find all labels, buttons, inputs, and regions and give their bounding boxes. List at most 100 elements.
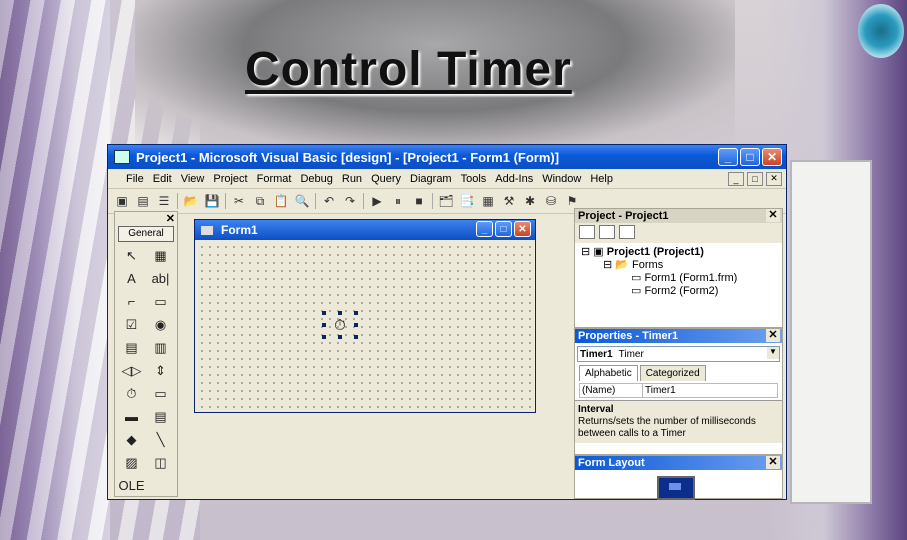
- run-icon[interactable]: ▶: [369, 193, 385, 209]
- minimize-button[interactable]: _: [718, 148, 738, 166]
- data-tool-icon[interactable]: ◫: [146, 451, 175, 474]
- properties-panel: Properties - Timer1 ✕ Timer1 Timer ▼ Alp…: [574, 328, 783, 455]
- form-position-preview[interactable]: [669, 483, 681, 490]
- redo-icon[interactable]: ↷: [342, 193, 358, 209]
- tree-item-form2[interactable]: ▭ Form2 (Form2): [581, 285, 776, 298]
- menu-editor-icon[interactable]: ☰: [156, 193, 172, 209]
- tab-categorized[interactable]: Categorized: [639, 365, 706, 381]
- timer1-control[interactable]: ⏱: [322, 311, 358, 339]
- project-explorer-icon[interactable]: 🗂: [438, 193, 454, 209]
- menu-view[interactable]: View: [181, 173, 205, 185]
- properties-icon[interactable]: 📑: [459, 193, 475, 209]
- selection-handle[interactable]: [338, 335, 342, 339]
- maximize-button[interactable]: □: [740, 148, 760, 166]
- object-combo[interactable]: Timer1 Timer ▼: [577, 346, 780, 362]
- menu-window[interactable]: Window: [542, 173, 581, 185]
- mdi-minimize-button[interactable]: _: [728, 171, 744, 186]
- selection-handle[interactable]: [322, 323, 326, 327]
- selection-handle[interactable]: [354, 311, 358, 315]
- commandbutton-tool-icon[interactable]: ▭: [146, 290, 175, 313]
- drivelistbox-tool-icon[interactable]: ▭: [146, 382, 175, 405]
- component-manager-icon[interactable]: ⚑: [564, 193, 580, 209]
- line-tool-icon[interactable]: ╲: [146, 428, 175, 451]
- menu-run[interactable]: Run: [342, 173, 362, 185]
- selection-handle[interactable]: [338, 311, 342, 315]
- menu-add-ins[interactable]: Add-Ins: [495, 173, 533, 185]
- monitor-preview[interactable]: [657, 476, 695, 500]
- chevron-down-icon[interactable]: ▼: [767, 347, 779, 359]
- object-browser-icon[interactable]: ⚒: [501, 193, 517, 209]
- timer-tool-icon[interactable]: ⏱: [117, 382, 146, 405]
- toolbox-general-tab[interactable]: General: [118, 226, 174, 242]
- find-icon[interactable]: 🔍: [294, 193, 310, 209]
- toolbox-icon[interactable]: ✱: [522, 193, 538, 209]
- mdi-restore-button[interactable]: □: [747, 171, 763, 186]
- menu-help[interactable]: Help: [590, 173, 613, 185]
- selection-handle[interactable]: [354, 335, 358, 339]
- mdi-close-button[interactable]: ✕: [766, 171, 782, 186]
- dirlistbox-tool-icon[interactable]: ▬: [117, 405, 146, 428]
- background-panel: [790, 160, 872, 504]
- copy-icon[interactable]: ⧉: [252, 193, 268, 209]
- project-explorer-close-button[interactable]: ✕: [766, 209, 780, 222]
- form1-design-grid[interactable]: ⏱: [198, 243, 532, 409]
- tree-item-forms[interactable]: ⊟ 📂 Forms: [581, 259, 776, 272]
- form1-close-button[interactable]: ✕: [514, 221, 531, 237]
- menu-format[interactable]: Format: [257, 173, 292, 185]
- selection-handle[interactable]: [322, 311, 326, 315]
- toolbar-separator: [315, 193, 316, 209]
- selection-handle[interactable]: [354, 323, 358, 327]
- selection-handle[interactable]: [322, 335, 326, 339]
- form1-title-bar[interactable]: Form1 _ □ ✕: [195, 220, 535, 240]
- ole-tool-icon[interactable]: OLE: [117, 474, 146, 497]
- cut-icon[interactable]: ✂: [231, 193, 247, 209]
- toolbox-close-button[interactable]: ✕: [166, 212, 175, 225]
- pointer-tool-icon[interactable]: ↖: [117, 244, 146, 267]
- menu-tools[interactable]: Tools: [461, 173, 487, 185]
- menu-debug[interactable]: Debug: [300, 173, 332, 185]
- toggle-folders-icon[interactable]: [619, 225, 635, 239]
- picturebox-tool-icon[interactable]: ▦: [146, 244, 175, 267]
- listbox-tool-icon[interactable]: ▥: [146, 336, 175, 359]
- tree-item-form1[interactable]: ▭ Form1 (Form1.frm): [581, 272, 776, 285]
- open-icon[interactable]: 📂: [183, 193, 199, 209]
- textbox-tool-icon[interactable]: ab|: [146, 267, 175, 290]
- form-layout-close-button[interactable]: ✕: [766, 456, 780, 469]
- shape-tool-icon[interactable]: ◆: [117, 428, 146, 451]
- add-form-icon[interactable]: ▤: [135, 193, 151, 209]
- add-project-icon[interactable]: ▣: [114, 193, 130, 209]
- form1-designer[interactable]: Form1 _ □ ✕ ⏱: [194, 219, 536, 413]
- optionbutton-tool-icon[interactable]: ◉: [146, 313, 175, 336]
- data-view-icon[interactable]: ⛁: [543, 193, 559, 209]
- filelistbox-tool-icon[interactable]: ▤: [146, 405, 175, 428]
- menu-project[interactable]: Project: [213, 173, 247, 185]
- menu-diagram[interactable]: Diagram: [410, 173, 452, 185]
- checkbox-tool-icon[interactable]: ☑: [117, 313, 146, 336]
- paste-icon[interactable]: 📋: [273, 193, 289, 209]
- save-icon[interactable]: 💾: [204, 193, 220, 209]
- tab-alphabetic[interactable]: Alphabetic: [579, 365, 638, 381]
- form1-minimize-button[interactable]: _: [476, 221, 493, 237]
- form1-maximize-button[interactable]: □: [495, 221, 512, 237]
- properties-close-button[interactable]: ✕: [766, 329, 780, 342]
- stop-icon[interactable]: ■: [411, 193, 427, 209]
- property-value[interactable]: Timer1: [643, 384, 678, 397]
- close-button[interactable]: ✕: [762, 148, 782, 166]
- form-layout-icon[interactable]: ▦: [480, 193, 496, 209]
- menu-file[interactable]: File: [126, 173, 144, 185]
- frame-tool-icon[interactable]: ⌐: [117, 290, 146, 313]
- property-row[interactable]: (Name) Timer1: [579, 383, 778, 398]
- pause-icon[interactable]: ⏸: [390, 193, 406, 209]
- hscrollbar-tool-icon[interactable]: ◁▷: [117, 359, 146, 382]
- menu-edit[interactable]: Edit: [153, 173, 172, 185]
- label-tool-icon[interactable]: A: [117, 267, 146, 290]
- view-code-icon[interactable]: [579, 225, 595, 239]
- undo-icon[interactable]: ↶: [321, 193, 337, 209]
- menu-query[interactable]: Query: [371, 173, 401, 185]
- combobox-tool-icon[interactable]: ▤: [117, 336, 146, 359]
- vscrollbar-tool-icon[interactable]: ⇕: [146, 359, 175, 382]
- tree-item-project1[interactable]: ⊟ ▣ Project1 (Project1): [581, 246, 776, 259]
- ide-title-bar[interactable]: Project1 - Microsoft Visual Basic [desig…: [108, 145, 786, 169]
- image-tool-icon[interactable]: ▨: [117, 451, 146, 474]
- view-object-icon[interactable]: [599, 225, 615, 239]
